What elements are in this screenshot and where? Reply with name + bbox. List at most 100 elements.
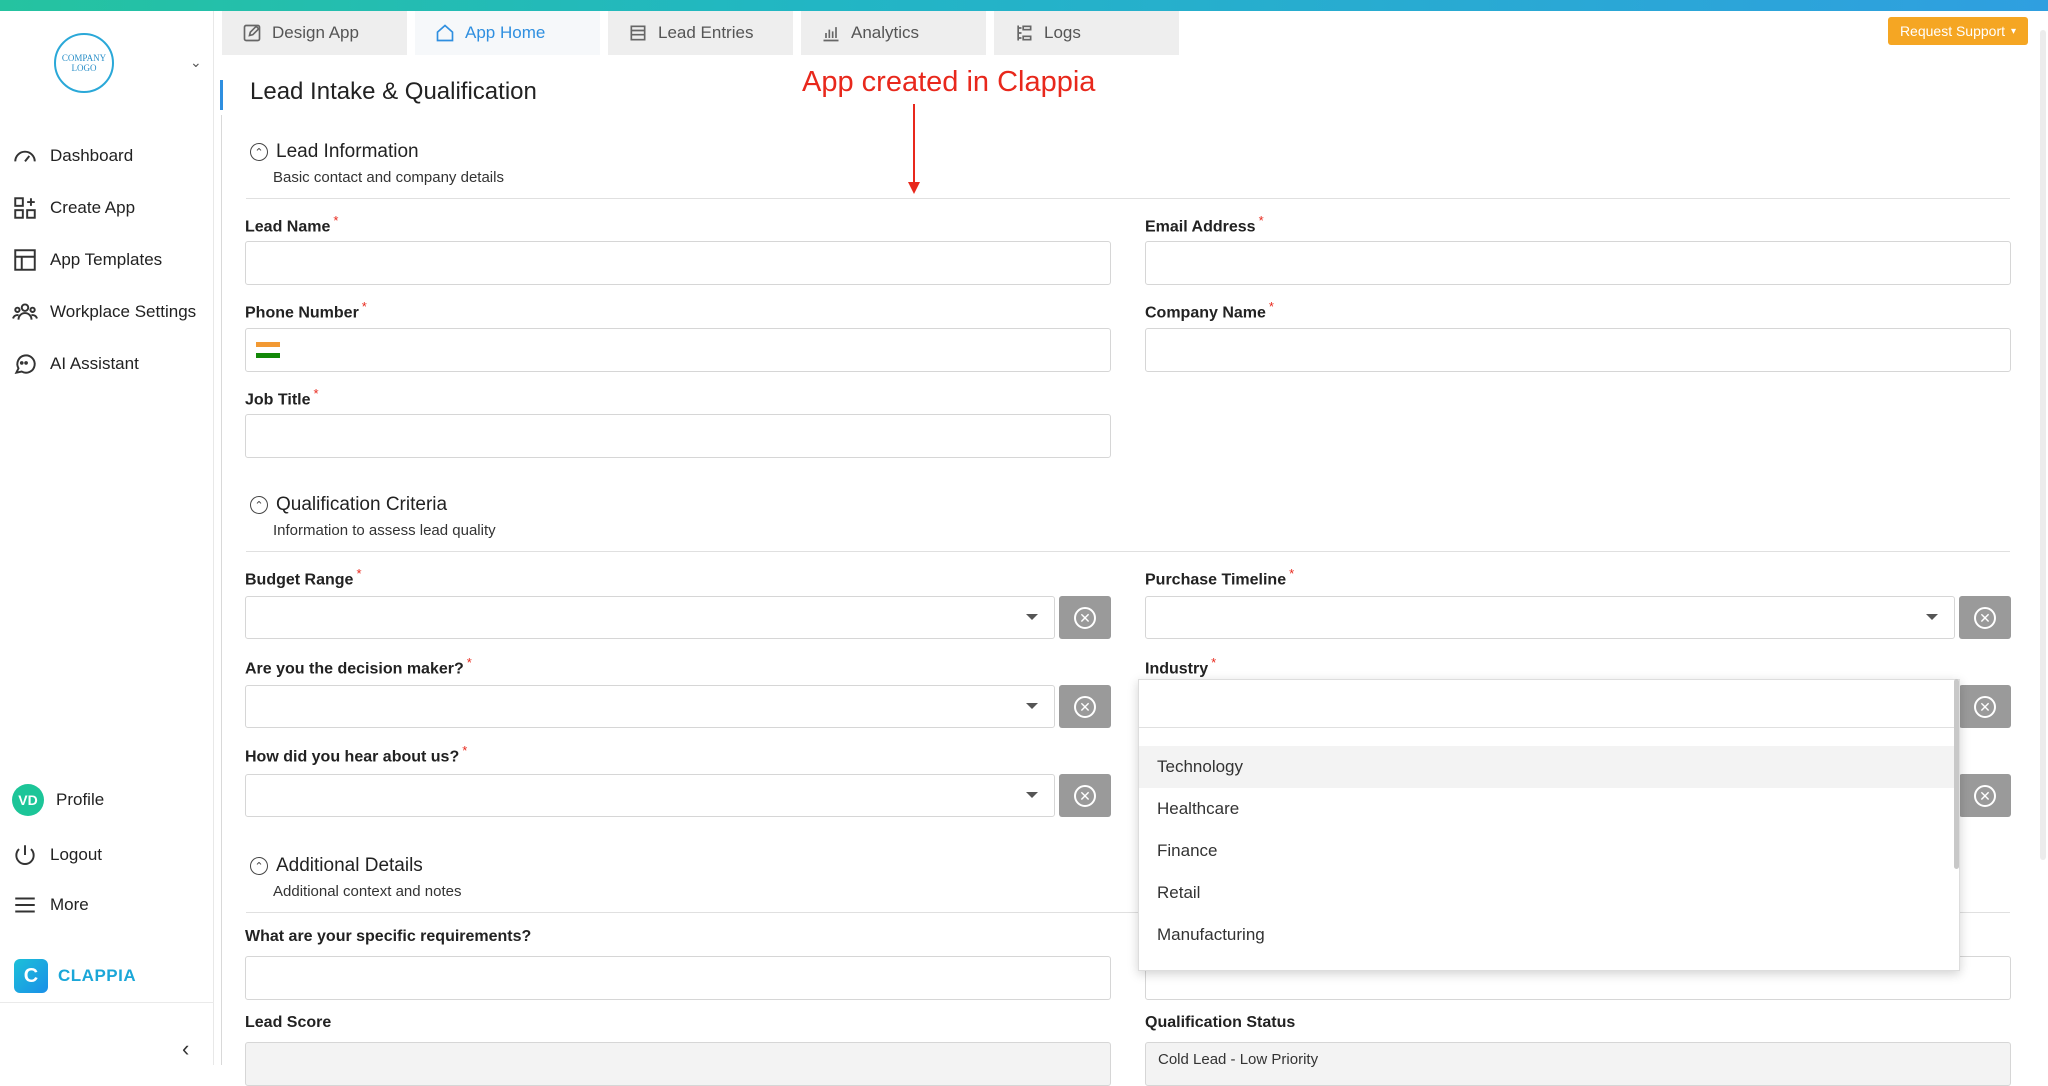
requirements-label: What are your specific requirements? [245,928,531,946]
dropdown-option[interactable]: Manufacturing [1139,914,1957,956]
section-title: Additional Details [276,855,423,876]
sidebar-divider [0,1002,214,1003]
sidebar-item-label: Profile [56,790,105,809]
clear-timeline-button[interactable]: ✕ [1959,596,2011,639]
page-scrollbar[interactable] [2040,30,2046,860]
tab-design-app[interactable]: Design App [222,11,407,55]
lead-score-field [245,1042,1111,1086]
decision-maker-select[interactable] [245,685,1055,728]
section-subtitle: Additional context and notes [273,883,462,900]
phone-label: Phone Number * [245,299,367,322]
logo-text: COMPANY LOGO [61,53,107,73]
menu-icon [15,897,35,913]
collapse-icon: ⌃ [250,857,268,875]
section-lead-information[interactable]: ⌃ Lead Information [250,141,419,163]
label-text: Lead Name [245,218,331,236]
decision-maker-label: Are you the decision maker? * [245,655,472,678]
sidebar-item-label: Dashboard [50,146,134,165]
label-text: What are your specific requirements? [245,928,532,945]
caret-down-icon [1026,703,1038,709]
clear-decision-maker-button[interactable]: ✕ [1059,685,1111,728]
dropdown-search-input[interactable] [1139,680,1957,728]
tab-app-home[interactable]: App Home [415,11,600,55]
tab-label: App Home [465,23,546,42]
budget-select[interactable] [245,596,1055,639]
clear-hear-about-button[interactable]: ✕ [1059,774,1111,817]
section-additional-details[interactable]: ⌃ Additional Details [250,855,423,877]
collapse-icon: ⌃ [250,143,268,161]
caret-down-icon [1026,614,1038,620]
power-icon [15,845,35,865]
section-qualification-criteria[interactable]: ⌃ Qualification Criteria [250,494,447,516]
hear-about-label: How did you hear about us? * [245,743,467,766]
required-mark: * [1289,566,1295,581]
sidebar-item-label: App Templates [50,250,163,269]
required-mark: * [1268,299,1274,314]
users-icon [12,303,38,320]
sidebar-item-more[interactable]: More [12,890,89,920]
sidebar-item-label: Create App [50,198,136,217]
sidebar-item-workplace-settings[interactable]: Workplace Settings [12,297,196,327]
close-circle-icon: ✕ [1974,695,1996,718]
sidebar-item-ai-assistant[interactable]: AI Assistant [12,349,139,379]
company-input[interactable] [1145,328,2011,372]
sidebar-item-label: AI Assistant [50,354,139,373]
dropdown-option[interactable]: Finance [1139,830,1957,872]
company-label: Company Name * [1145,299,1274,322]
phone-input[interactable] [245,328,1111,372]
close-circle-icon: ✕ [1074,784,1096,807]
dropdown-scrollbar[interactable] [1954,679,1959,869]
tab-lead-entries[interactable]: Lead Entries [608,11,793,55]
required-mark: * [1258,213,1264,228]
lead-name-input[interactable] [245,241,1111,285]
template-icon [14,249,36,271]
job-title-input[interactable] [245,414,1111,458]
section-divider [246,198,2010,199]
sidebar-item-profile[interactable]: VD Profile [12,784,105,816]
email-input[interactable] [1145,241,2011,285]
industry-label: Industry * [1145,655,1216,678]
annotation-arrow [908,104,920,194]
collapse-sidebar-icon[interactable]: ‹ [182,1036,189,1062]
requirements-input[interactable] [245,956,1111,1000]
sidebar-item-label: More [50,895,89,914]
clear-field-button[interactable]: ✕ [1959,774,2011,817]
clear-budget-button[interactable]: ✕ [1059,596,1111,639]
label-text: Purchase Timeline [1145,571,1287,589]
timeline-select[interactable] [1145,596,1955,639]
gauge-icon [14,150,36,163]
india-flag-icon[interactable] [256,342,280,358]
lead-name-label: Lead Name * [245,213,338,236]
sidebar-item-label: Workplace Settings [50,302,197,321]
caret-down-icon: ▾ [2011,25,2017,37]
sidebar-item-app-templates[interactable]: App Templates [12,245,162,275]
sidebar: COMPANY LOGO ⌄ Dashboard Create App App … [0,11,214,1065]
dropdown-option[interactable]: Retail [1139,872,1957,914]
chat-icon [14,354,36,375]
dropdown-option[interactable]: Healthcare [1139,788,1957,830]
section-subtitle: Information to assess lead quality [273,522,496,539]
request-support-button[interactable]: Request Support ▾ [1888,17,2028,45]
dropdown-option[interactable]: Technology [1139,746,1957,788]
chevron-down-icon[interactable]: ⌄ [190,54,202,71]
timeline-label: Purchase Timeline * [1145,566,1294,589]
tab-logs[interactable]: Logs [994,11,1179,55]
sidebar-item-dashboard[interactable]: Dashboard [12,141,133,171]
close-circle-icon: ✕ [1074,695,1096,718]
brand-mark-icon: C [14,959,48,993]
budget-label: Budget Range * [245,566,362,589]
caret-down-icon [1026,792,1038,798]
label-text: Industry [1145,660,1209,678]
sidebar-item-logout[interactable]: Logout [12,840,102,870]
company-logo[interactable]: COMPANY LOGO [54,33,114,93]
section-divider [246,551,2010,552]
caret-down-icon [1926,614,1938,620]
job-title-label: Job Title * [245,386,319,409]
label-text: Are you the decision maker? [245,660,464,678]
tab-analytics[interactable]: Analytics [801,11,986,55]
sidebar-item-create-app[interactable]: Create App [12,193,135,223]
tab-label: Logs [1044,23,1081,42]
hear-about-select[interactable] [245,774,1055,817]
industry-dropdown[interactable]: Technology Healthcare Finance Retail Man… [1138,679,1960,971]
clear-industry-button[interactable]: ✕ [1959,685,2011,728]
